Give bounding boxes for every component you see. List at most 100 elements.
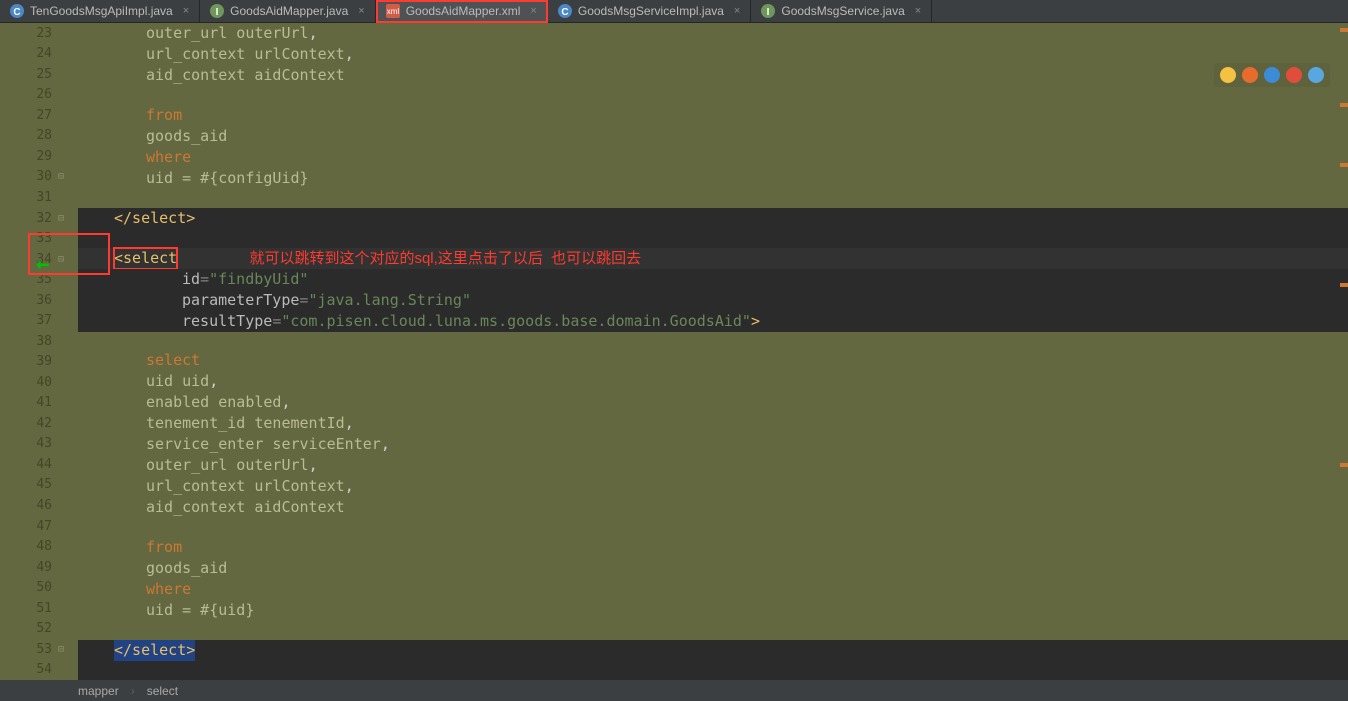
error-stripe[interactable] [1334, 23, 1348, 680]
gutter-row[interactable]: 30⊟ [0, 167, 78, 188]
close-icon[interactable]: × [915, 5, 921, 17]
fold-icon[interactable]: ⊟ [58, 171, 72, 182]
browser-icon[interactable] [1264, 67, 1280, 83]
tab[interactable]: xmlGoodsAidMapper.xml× [376, 0, 548, 22]
gutter-row[interactable]: 42 [0, 413, 78, 434]
gutter-row[interactable]: 32⊟ [0, 208, 78, 229]
breadcrumb-bar[interactable]: mapper › select [0, 680, 1348, 701]
gutter-row[interactable]: 31 [0, 187, 78, 208]
tab-label: TenGoodsMsgApiImpl.java [30, 4, 173, 18]
gutter-row[interactable]: 46 [0, 495, 78, 516]
gutter-row[interactable]: 44 [0, 454, 78, 475]
code-line[interactable] [78, 518, 1348, 537]
gutter-row[interactable]: 45 [0, 475, 78, 496]
code-line[interactable]: from [78, 105, 1348, 126]
gutter-row[interactable]: 48 [0, 536, 78, 557]
tab[interactable]: IGoodsAidMapper.java× [200, 0, 376, 22]
code-line[interactable]: uid uid, [78, 371, 1348, 392]
code-area[interactable]: outer_url outerUrl,url_context urlContex… [78, 23, 1348, 680]
close-icon[interactable]: × [183, 5, 189, 17]
stripe-mark[interactable] [1340, 28, 1348, 32]
gutter-row[interactable]: 38 [0, 331, 78, 352]
gutter-row[interactable]: 53⊟ [0, 639, 78, 660]
code-line[interactable] [78, 229, 1348, 248]
code-line[interactable]: uid = #{uid} [78, 600, 1348, 621]
code-line[interactable]: aid_context aidContext [78, 65, 1348, 86]
code-line[interactable]: </select> [78, 208, 1348, 229]
code-line[interactable]: id="findbyUid" [78, 269, 1348, 290]
gutter-row[interactable]: 40 [0, 372, 78, 393]
java-i-icon: I [210, 4, 224, 18]
xml-icon: xml [386, 4, 400, 18]
gutter-row[interactable]: 27 [0, 105, 78, 126]
code-line[interactable]: outer_url outerUrl, [78, 23, 1348, 44]
breadcrumb-child[interactable]: select [147, 684, 178, 698]
gutter-row[interactable]: 23 [0, 23, 78, 44]
close-icon[interactable]: × [358, 5, 364, 17]
code-line[interactable]: aid_context aidContext [78, 497, 1348, 518]
gutter-row[interactable]: 41 [0, 393, 78, 414]
code-line[interactable]: parameterType="java.lang.String" [78, 290, 1348, 311]
gutter-row[interactable]: 33 [0, 228, 78, 249]
code-line[interactable]: goods_aid [78, 558, 1348, 579]
gutter-row[interactable]: 37 [0, 310, 78, 331]
code-line[interactable]: where [78, 147, 1348, 168]
tab[interactable]: CGoodsMsgServiceImpl.java× [548, 0, 752, 22]
gutter-row[interactable]: 24 [0, 44, 78, 65]
stripe-mark[interactable] [1340, 163, 1348, 167]
java-c-icon: C [10, 4, 24, 18]
close-icon[interactable]: × [530, 5, 536, 17]
code-line[interactable]: url_context urlContext, [78, 44, 1348, 65]
tab[interactable]: C TenGoodsMsgApiImpl.java × [0, 0, 200, 22]
stripe-mark[interactable] [1340, 103, 1348, 107]
stripe-mark[interactable] [1340, 463, 1348, 467]
tab[interactable]: IGoodsMsgService.java× [751, 0, 932, 22]
code-line[interactable]: uid = #{configUid} [78, 168, 1348, 189]
svg-text:I: I [216, 7, 219, 18]
stripe-mark[interactable] [1340, 283, 1348, 287]
code-line[interactable] [78, 661, 1348, 680]
browser-icon[interactable] [1308, 67, 1324, 83]
code-line[interactable]: goods_aid [78, 126, 1348, 147]
browser-icon[interactable] [1220, 67, 1236, 83]
code-line[interactable]: tenement_id tenementId, [78, 413, 1348, 434]
gutter-row[interactable]: 47 [0, 516, 78, 537]
gutter-row[interactable]: 50 [0, 577, 78, 598]
gutter-row[interactable]: 49 [0, 557, 78, 578]
code-line[interactable]: service_enter serviceEnter, [78, 434, 1348, 455]
gutter-row[interactable]: 26 [0, 85, 78, 106]
gutter-row[interactable]: 51 [0, 598, 78, 619]
code-line[interactable] [78, 621, 1348, 640]
code-line[interactable]: outer_url outerUrl, [78, 455, 1348, 476]
close-icon[interactable]: × [734, 5, 740, 17]
gutter-row[interactable]: 52 [0, 618, 78, 639]
browser-icon[interactable] [1242, 67, 1258, 83]
code-line[interactable]: enabled enabled, [78, 392, 1348, 413]
code-line[interactable]: where [78, 579, 1348, 600]
gutter-row[interactable]: 43 [0, 434, 78, 455]
gutter-row[interactable]: 25 [0, 64, 78, 85]
annotation-text: 就可以跳转到这个对应的sql,这里点击了以后 也可以跳回去 [249, 248, 641, 269]
code-line[interactable]: from [78, 537, 1348, 558]
gutter-row[interactable]: 39 [0, 352, 78, 373]
fold-icon[interactable]: ⊟ [58, 254, 72, 265]
breadcrumb-root[interactable]: mapper [78, 684, 119, 698]
code-line[interactable]: </select> [78, 640, 1348, 661]
code-line[interactable]: select [78, 350, 1348, 371]
gutter-row[interactable]: 36 [0, 290, 78, 311]
gutter-row[interactable]: 29 [0, 146, 78, 167]
gutter-row[interactable]: 28 [0, 126, 78, 147]
gutter-row[interactable]: 54 [0, 659, 78, 680]
code-line[interactable] [78, 189, 1348, 208]
code-line[interactable]: resultType="com.pisen.cloud.luna.ms.good… [78, 311, 1348, 332]
svg-text:C: C [561, 7, 568, 18]
browser-preview-icons[interactable] [1214, 63, 1330, 87]
code-line[interactable] [78, 86, 1348, 105]
fold-icon[interactable]: ⊟ [58, 213, 72, 224]
code-line[interactable] [78, 332, 1348, 351]
code-line[interactable]: <select 就可以跳转到这个对应的sql,这里点击了以后 也可以跳回去 [78, 248, 1348, 269]
browser-icon[interactable] [1286, 67, 1302, 83]
code-line[interactable]: url_context urlContext, [78, 476, 1348, 497]
tab-label: GoodsMsgService.java [781, 4, 904, 18]
fold-icon[interactable]: ⊟ [58, 644, 72, 655]
